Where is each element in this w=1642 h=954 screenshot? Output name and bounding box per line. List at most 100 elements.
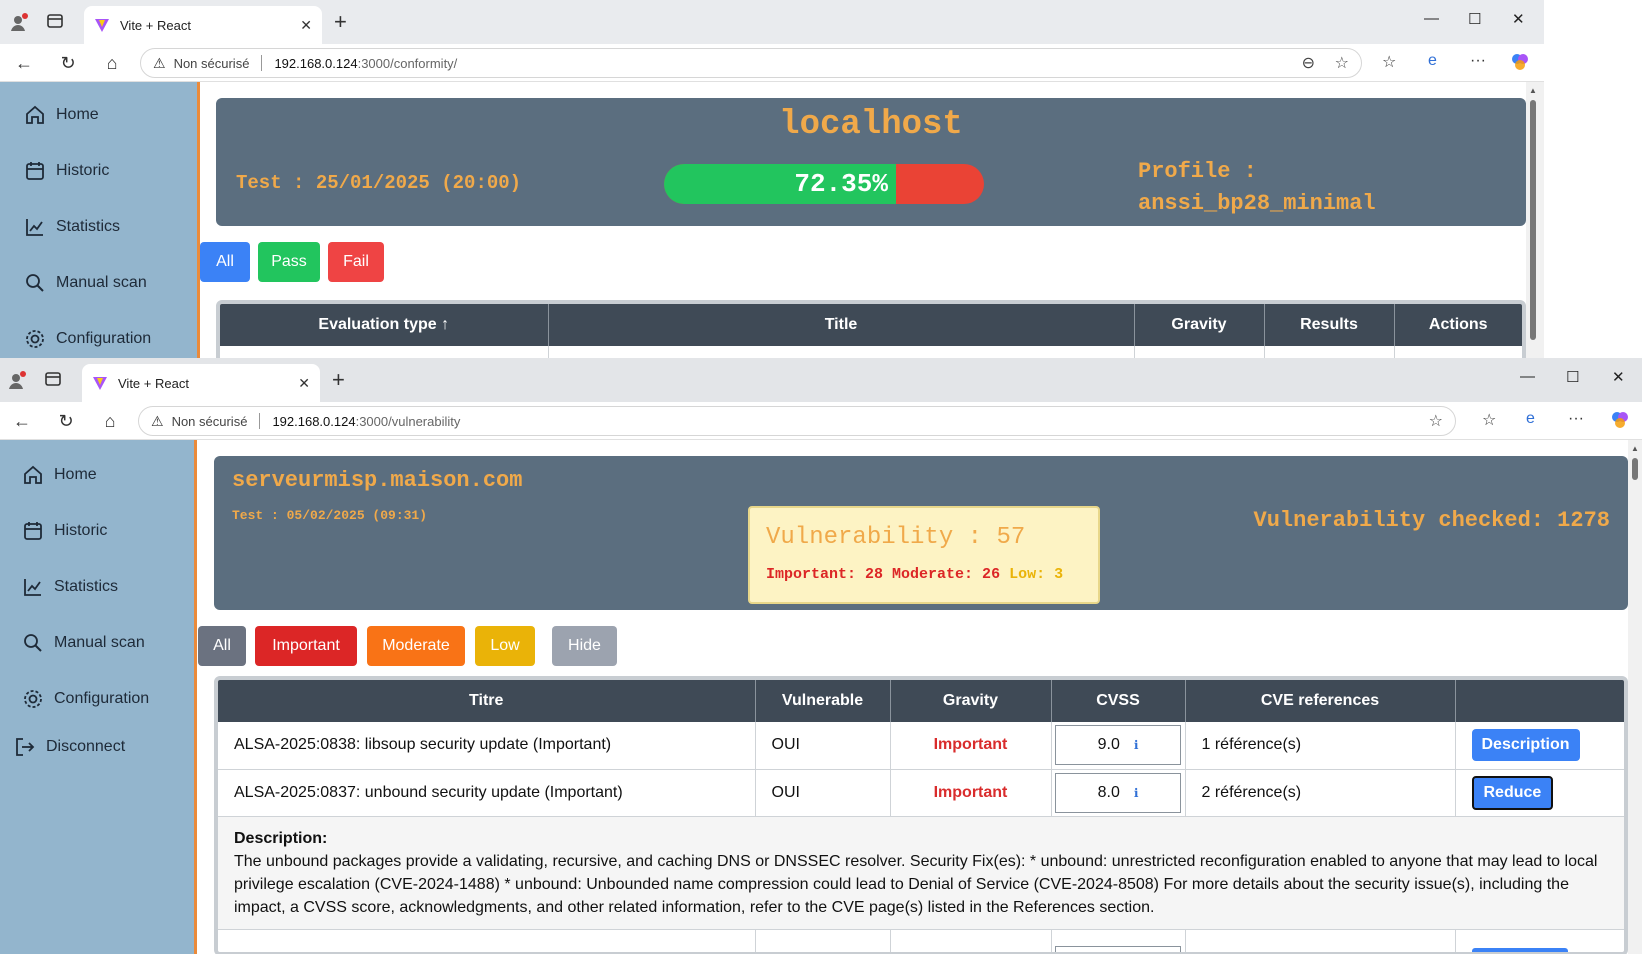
- host-title: serveurmisp.maison.com: [232, 468, 523, 493]
- sidebar-item-historic[interactable]: Historic: [22, 520, 107, 542]
- gear-icon: [24, 328, 46, 350]
- column-header-titre[interactable]: Titre: [218, 680, 756, 722]
- sidebar-item-statistics[interactable]: Statistics: [24, 216, 120, 238]
- more-menu-icon[interactable]: ···: [1470, 52, 1486, 70]
- sidebar-item-manual-scan[interactable]: Manual scan: [24, 272, 147, 294]
- home-icon: [24, 104, 46, 126]
- tab-strip: Vite + React ✕ + — ☐ ✕: [0, 358, 1642, 402]
- maximize-icon[interactable]: ☐: [1566, 368, 1579, 386]
- column-header-title[interactable]: Title: [548, 304, 1135, 346]
- browser-tab[interactable]: Vite + React ✕: [84, 6, 322, 44]
- cvss-box[interactable]: 9.0 ℹ: [1055, 725, 1181, 766]
- filter-all-button[interactable]: All: [198, 626, 246, 666]
- filter-all-button[interactable]: All: [200, 242, 250, 282]
- reader-icon[interactable]: ⊖: [1302, 53, 1315, 73]
- scroll-up-icon[interactable]: ▲: [1529, 86, 1537, 95]
- tab-title: Vite + React: [118, 375, 189, 391]
- row-title: ALSA-2025:0838: libsoup security update …: [218, 722, 756, 770]
- url-field[interactable]: ⚠ Non sécurisé 192.168.0.124:3000/confor…: [140, 48, 1362, 78]
- scroll-thumb[interactable]: [1632, 458, 1638, 480]
- reduce-button[interactable]: Reduce: [1471, 775, 1554, 810]
- favorite-star-icon[interactable]: ☆: [1429, 411, 1443, 431]
- sidebar-item-label: Configuration: [56, 330, 152, 347]
- action-button-partial[interactable]: [1471, 947, 1568, 952]
- sidebar-item-home[interactable]: Home: [24, 104, 99, 126]
- description-cell: Description: The unbound packages provid…: [218, 816, 1624, 930]
- column-header-cvss[interactable]: CVSS: [1051, 680, 1186, 722]
- filter-pass-button[interactable]: Pass: [258, 242, 320, 282]
- column-header-vulnerable[interactable]: Vulnerable: [755, 680, 891, 722]
- scroll-up-icon[interactable]: ▲: [1631, 444, 1639, 453]
- search-icon: [24, 272, 46, 294]
- sidebar-item-home[interactable]: Home: [22, 464, 97, 486]
- more-menu-icon[interactable]: ···: [1568, 410, 1584, 428]
- vulnerability-count: Vulnerability : 57: [766, 524, 1026, 551]
- sidebar-item-label: Statistics: [54, 578, 119, 595]
- copilot-icon[interactable]: [1510, 52, 1530, 77]
- column-header-evaluation-type[interactable]: Evaluation type ↑: [220, 304, 549, 346]
- copilot-icon[interactable]: [1610, 410, 1630, 435]
- tab-close-icon[interactable]: ✕: [300, 17, 312, 34]
- description-text: The unbound packages provide a validatin…: [234, 852, 1598, 916]
- sidebar-item-manual-scan[interactable]: Manual scan: [22, 632, 145, 654]
- back-icon[interactable]: ←: [12, 51, 36, 75]
- new-tab-icon[interactable]: +: [332, 368, 345, 392]
- sidebar-item-disconnect[interactable]: Disconnect: [14, 736, 125, 758]
- home-nav-icon[interactable]: ⌂: [100, 51, 124, 75]
- filter-moderate-button[interactable]: Moderate: [367, 626, 465, 666]
- filter-fail-button[interactable]: Fail: [328, 242, 384, 282]
- minimize-icon[interactable]: —: [1424, 10, 1439, 27]
- reload-icon[interactable]: ↻: [54, 409, 78, 433]
- profile-icon[interactable]: [8, 12, 30, 34]
- scroll-thumb[interactable]: [1530, 100, 1536, 340]
- scrollbar[interactable]: ▲: [1526, 82, 1544, 358]
- warning-icon: ⚠: [151, 412, 164, 429]
- column-header-actions[interactable]: Actions: [1394, 304, 1522, 346]
- row-gravity: Important: [890, 722, 1052, 770]
- tab-actions-icon[interactable]: [42, 370, 64, 392]
- favorites-icon[interactable]: ☆: [1482, 410, 1496, 430]
- cvss-info-icon[interactable]: ℹ: [1134, 738, 1139, 752]
- table-row: [220, 346, 1522, 358]
- sidebar-item-configuration[interactable]: Configuration: [24, 328, 151, 350]
- column-header-results[interactable]: Results: [1264, 304, 1395, 346]
- sidebar-item-configuration[interactable]: Configuration: [22, 688, 149, 710]
- new-tab-icon[interactable]: +: [334, 10, 347, 34]
- column-header-gravity[interactable]: Gravity: [890, 680, 1052, 722]
- minimize-icon[interactable]: —: [1520, 368, 1535, 385]
- filter-hide-button[interactable]: Hide: [552, 626, 617, 666]
- reload-icon[interactable]: ↻: [56, 51, 80, 75]
- close-window-icon[interactable]: ✕: [1512, 10, 1525, 28]
- main-content: serveurmisp.maison.com Test : 05/02/2025…: [197, 440, 1642, 954]
- profile-icon[interactable]: [6, 370, 28, 392]
- sidebar-item-statistics[interactable]: Statistics: [22, 576, 118, 598]
- edge-collections-icon[interactable]: e: [1428, 52, 1437, 70]
- edge-collections-icon[interactable]: e: [1526, 410, 1535, 428]
- row-cve-references: 2 référence(s): [1185, 769, 1456, 817]
- tab-close-icon[interactable]: ✕: [298, 375, 310, 392]
- profile-label: Profile :: [1138, 159, 1257, 184]
- cvss-info-icon[interactable]: ℹ: [1134, 786, 1139, 800]
- filter-important-button[interactable]: Important: [255, 626, 357, 666]
- back-icon[interactable]: ←: [10, 409, 34, 433]
- close-window-icon[interactable]: ✕: [1612, 368, 1625, 386]
- favorite-star-icon[interactable]: ☆: [1335, 53, 1349, 73]
- url-path: :3000/conformity/: [357, 55, 458, 71]
- vite-favicon-icon: [95, 19, 109, 32]
- filter-low-button[interactable]: Low: [475, 626, 535, 666]
- home-nav-icon[interactable]: ⌂: [98, 409, 122, 433]
- column-header-gravity[interactable]: Gravity: [1134, 304, 1265, 346]
- browser-tab[interactable]: Vite + React ✕: [82, 364, 320, 402]
- sidebar-item-historic[interactable]: Historic: [24, 160, 109, 182]
- description-button[interactable]: Description: [1471, 729, 1580, 762]
- cvss-box-partial[interactable]: [1055, 945, 1181, 952]
- favorites-icon[interactable]: ☆: [1382, 52, 1396, 72]
- maximize-icon[interactable]: ☐: [1468, 10, 1481, 28]
- scrollbar[interactable]: ▲: [1628, 440, 1642, 954]
- table-row: ALSA-2025:0838: libsoup security update …: [218, 722, 1624, 770]
- column-header-cve-references[interactable]: CVE references: [1185, 680, 1456, 722]
- url-field[interactable]: ⚠ Non sécurisé 192.168.0.124:3000/vulner…: [138, 406, 1456, 436]
- row-actions: Reduce: [1455, 769, 1624, 817]
- cvss-box[interactable]: 8.0 ℹ: [1055, 772, 1181, 813]
- tab-actions-icon[interactable]: [44, 12, 66, 34]
